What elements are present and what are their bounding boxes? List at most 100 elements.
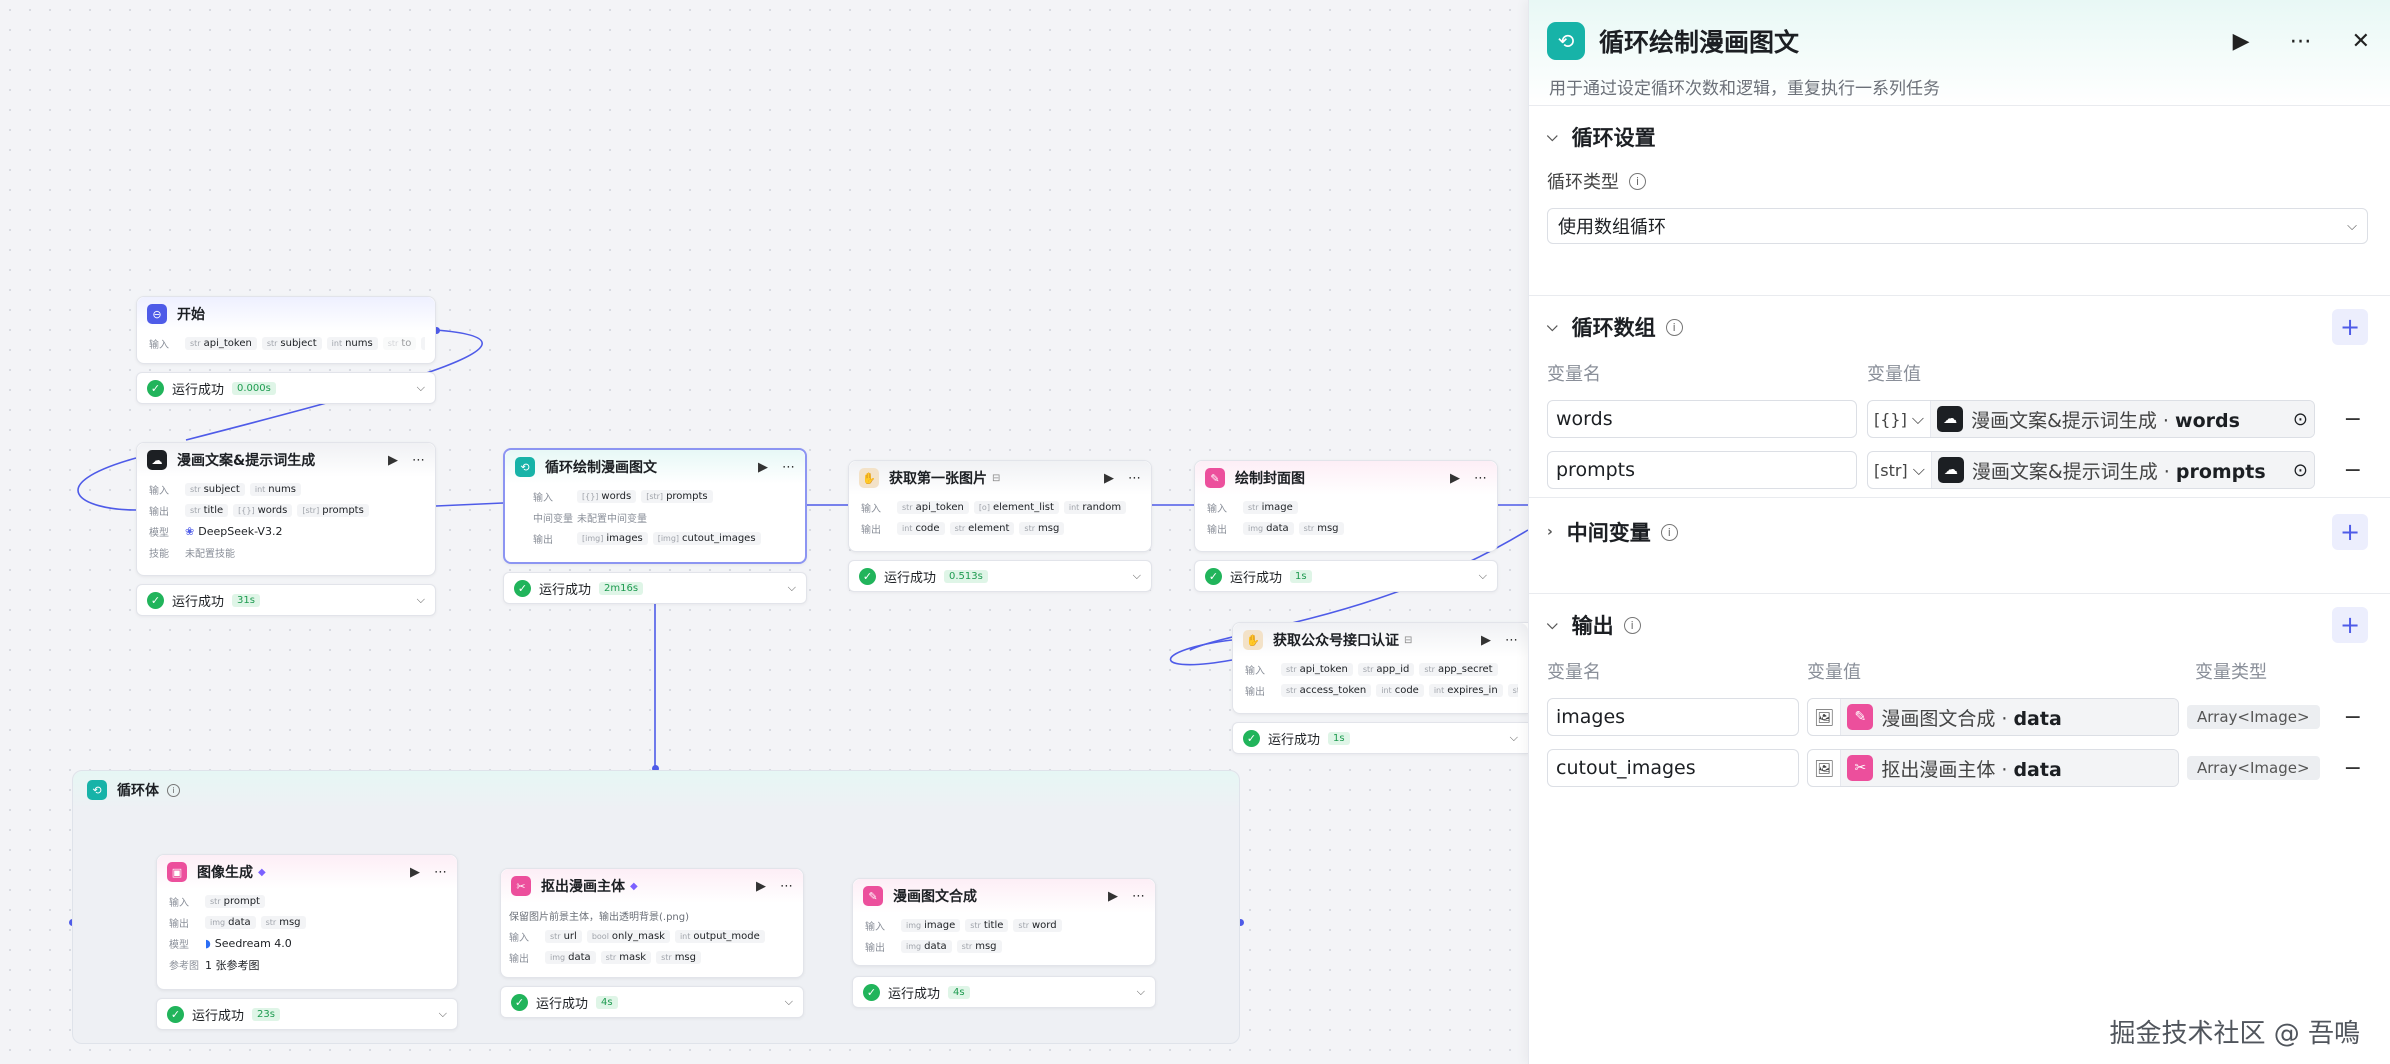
chevron-down-icon[interactable]: ⌵ (417, 381, 425, 395)
run-icon[interactable]: ▶ (2233, 29, 2250, 54)
more-icon[interactable]: ⋯ (1474, 471, 1487, 486)
remove-output-button[interactable]: − (2344, 705, 2362, 730)
variable-name-input[interactable]: words (1547, 400, 1857, 438)
variable-name-input[interactable]: images (1547, 698, 1799, 736)
success-check-icon: ✓ (514, 579, 531, 597)
run-status[interactable]: ✓ 运行成功 2m16s ⌵ (503, 572, 807, 604)
loop-type-select[interactable]: 使用数组循环 ⌵ (1547, 208, 2368, 244)
node-inputs: 输入 str api_token str subject int nums str to… (149, 333, 425, 354)
image-icon: ▣ (167, 862, 187, 882)
info-icon: i (1660, 523, 1678, 541)
image-type-icon: 🖼 (1808, 750, 1842, 786)
run-status[interactable]: ✓ 运行成功 1s ⌵ (1232, 722, 1528, 754)
node-wechat-auth[interactable]: ✋ 获取公众号接口认证 ⊟ ▶ ⋯ 输入 str api_token str app_… (1232, 622, 1528, 714)
reference-target-icon[interactable]: ⊙ (2293, 409, 2308, 430)
llm-logo-icon: ☁ (1937, 457, 1964, 483)
run-status[interactable]: ✓ 运行成功 1s ⌵ (1194, 560, 1498, 592)
remove-output-button[interactable]: − (2344, 756, 2362, 781)
variable-name-input[interactable]: cutout_images (1547, 749, 1799, 787)
node-image-gen[interactable]: ▣ 图像生成 ◆ ▶ ⋯ 输入 str prompt 输出 img data str m… (156, 854, 458, 990)
run-status[interactable]: ✓ 运行成功 0.513s ⌵ (848, 560, 1152, 592)
node-copywriting-llm[interactable]: ☁ 漫画文案&提示词生成 ▶ ⋯ 输入 str subject int nums 输出… (136, 442, 436, 576)
run-icon[interactable]: ▶ (1481, 633, 1491, 648)
node-loop-selected[interactable]: ⟲ 循环绘制漫画图文 ▶ ⋯ 输入 [{}] words [str] prompts … (503, 448, 807, 564)
more-icon[interactable]: ⋯ (1128, 471, 1141, 486)
image-type-icon: 🖼 (1808, 699, 1842, 735)
add-variable-button[interactable]: + (2332, 514, 2368, 550)
chevron-down-icon[interactable]: ⌵ (785, 995, 793, 1009)
chevron-down-icon[interactable]: ⌵ (1547, 129, 1558, 145)
run-status[interactable]: ✓ 运行成功 31s ⌵ (136, 584, 436, 616)
section-output: ⌵ 输出 i + 变量名 变量值 变量类型 images 🖼 ✎ 漫画图文合成 · dat… (1529, 593, 2390, 788)
loop-icon: ⟲ (87, 780, 107, 800)
more-tags[interactable]: ··· (421, 337, 425, 350)
variable-value-ref[interactable]: [str] ⌵ ☁ 漫画文案&提示词生成 · prompts ⊙ (1867, 451, 2315, 489)
plugin-handshake-icon: ✋ (859, 468, 879, 488)
variable-name-input[interactable]: prompts (1547, 451, 1857, 489)
more-icon[interactable]: ⋯ (1132, 889, 1145, 904)
image-edit-icon: ✎ (1205, 468, 1225, 488)
info-icon: i (1623, 616, 1641, 634)
cutout-icon: ✂ (511, 876, 531, 896)
success-check-icon: ✓ (863, 983, 880, 1001)
success-check-icon: ✓ (147, 379, 164, 397)
type-select[interactable]: [str] ⌵ (1868, 452, 1932, 488)
variable-value-ref[interactable]: [{}] ⌵ ☁ 漫画文案&提示词生成 · words ⊙ (1867, 400, 2315, 438)
chevron-down-icon[interactable]: ⌵ (788, 581, 796, 595)
chevron-down-icon[interactable]: ⌵ (439, 1007, 447, 1021)
chevron-down-icon[interactable]: ⌵ (417, 593, 425, 607)
chevron-down-icon[interactable]: ⌵ (1547, 617, 1558, 633)
chevron-down-icon[interactable]: ⌵ (1510, 731, 1518, 745)
node-cutout[interactable]: ✂ 抠出漫画主体 ◆ ▶ ⋯ 保留图片前景主体，输出透明背景(.png) 输入 s… (500, 868, 804, 978)
start-icon: ⊖ (147, 304, 167, 324)
panel-header: ⟲ 循环绘制漫画图文 ▶ ⋯ ✕ 用于通过设定循环次数和逻辑，重复执行一系列任务 (1529, 0, 2390, 105)
node-compose[interactable]: ✎ 漫画图文合成 ▶ ⋯ 输入 img image str title str word… (852, 878, 1156, 966)
run-icon[interactable]: ▶ (388, 453, 398, 468)
close-icon[interactable]: ✕ (2352, 29, 2370, 54)
more-icon[interactable]: ⋯ (412, 453, 425, 468)
success-check-icon: ✓ (1243, 729, 1260, 747)
add-output-button[interactable]: + (2332, 607, 2368, 643)
chevron-down-icon[interactable]: ⌵ (1137, 985, 1145, 999)
section-loop-array: ⌵ 循环数组 i + 变量名 变量值 words [{}] ⌵ ☁ 漫画文案&提示词生成… (1529, 295, 2390, 497)
more-icon[interactable]: ⋯ (2290, 29, 2312, 54)
reference-target-icon[interactable]: ⊙ (2293, 460, 2308, 481)
variable-value-ref[interactable]: 🖼 ✎ 漫画图文合成 · data (1807, 698, 2179, 736)
run-status[interactable]: ✓ 运行成功 23s ⌵ (156, 998, 458, 1030)
type-select[interactable]: [{}] ⌵ (1868, 401, 1932, 437)
run-status[interactable]: ✓ 运行成功 0.000s ⌵ (136, 372, 436, 404)
run-icon[interactable]: ▶ (1104, 471, 1114, 486)
run-icon[interactable]: ▶ (410, 865, 420, 880)
plugin-badge-icon: ⊟ (1404, 634, 1413, 646)
premium-badge-icon: ◆ (630, 880, 638, 892)
llm-logo-icon: ☁ (147, 450, 167, 470)
image-edit-icon: ✎ (1847, 704, 1874, 730)
node-start[interactable]: ⊖ 开始 输入 str api_token str subject int nums … (136, 296, 436, 364)
workflow-canvas[interactable]: ⊖ 开始 输入 str api_token str subject int nums … (0, 0, 1528, 1064)
node-draw-cover[interactable]: ✎ 绘制封面图 ▶ ⋯ 输入 str image 输出 img data str msg (1194, 460, 1498, 552)
loop-icon: ⟲ (1547, 22, 1585, 60)
run-icon[interactable]: ▶ (1450, 471, 1460, 486)
info-icon: i (167, 783, 180, 797)
run-icon[interactable]: ▶ (758, 460, 768, 475)
more-icon[interactable]: ⋯ (434, 865, 447, 880)
variable-value-ref[interactable]: 🖼 ✂ 抠出漫画主体 · data (1807, 749, 2179, 787)
chevron-down-icon[interactable]: ⌵ (1547, 319, 1558, 335)
more-icon[interactable]: ⋯ (782, 460, 795, 475)
add-variable-button[interactable]: + (2332, 309, 2368, 345)
llm-logo-icon: ☁ (1937, 406, 1964, 432)
more-icon[interactable]: ⋯ (780, 879, 793, 894)
more-icon[interactable]: ⋯ (1505, 633, 1518, 648)
plugin-handshake-icon: ✋ (1243, 630, 1263, 650)
chevron-down-icon[interactable]: ⌵ (1133, 569, 1141, 583)
run-status[interactable]: ✓ 运行成功 4s ⌵ (500, 986, 804, 1018)
node-get-first-image[interactable]: ✋ 获取第一张图片 ⊟ ▶ ⋯ 输入 str api_token [o] elemen… (848, 460, 1152, 552)
run-icon[interactable]: ▶ (1108, 889, 1118, 904)
run-icon[interactable]: ▶ (756, 879, 766, 894)
remove-variable-button[interactable]: − (2344, 458, 2362, 483)
chevron-right-icon[interactable]: › (1547, 524, 1553, 540)
run-status[interactable]: ✓ 运行成功 4s ⌵ (852, 976, 1156, 1008)
chevron-down-icon[interactable]: ⌵ (1479, 569, 1487, 583)
success-check-icon: ✓ (167, 1005, 184, 1023)
remove-variable-button[interactable]: − (2344, 407, 2362, 432)
